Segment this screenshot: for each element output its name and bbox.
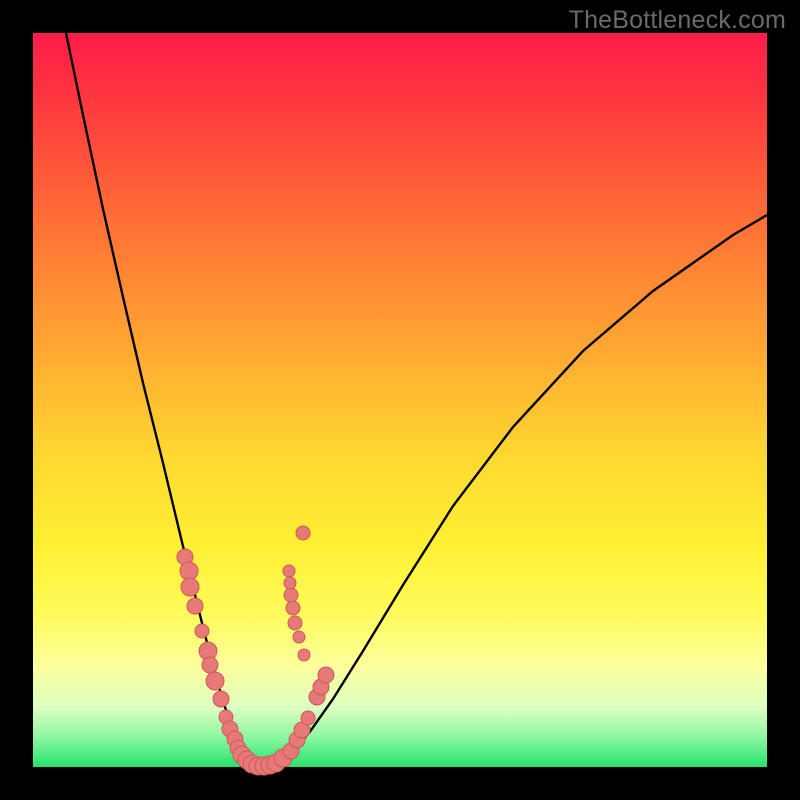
data-dot	[301, 711, 315, 725]
scatter-dots	[177, 526, 334, 775]
data-dot	[318, 667, 334, 683]
bottleneck-curve	[66, 33, 767, 765]
chart-svg	[33, 33, 767, 767]
data-dot	[195, 624, 209, 638]
chart-frame: TheBottleneck.com	[0, 0, 800, 800]
data-dot	[288, 616, 302, 630]
data-dot	[296, 526, 310, 540]
data-dot	[298, 649, 310, 661]
data-dot	[283, 565, 295, 577]
data-dot	[284, 577, 296, 589]
data-dot	[181, 578, 199, 596]
plot-area	[33, 33, 767, 767]
data-dot	[180, 562, 198, 580]
watermark-text: TheBottleneck.com	[569, 6, 786, 35]
data-dot	[206, 672, 224, 690]
data-dot	[284, 588, 298, 602]
data-dot	[187, 598, 203, 614]
data-dot	[213, 691, 229, 707]
data-dot	[202, 657, 218, 673]
data-dot	[286, 601, 300, 615]
data-dot	[293, 631, 305, 643]
